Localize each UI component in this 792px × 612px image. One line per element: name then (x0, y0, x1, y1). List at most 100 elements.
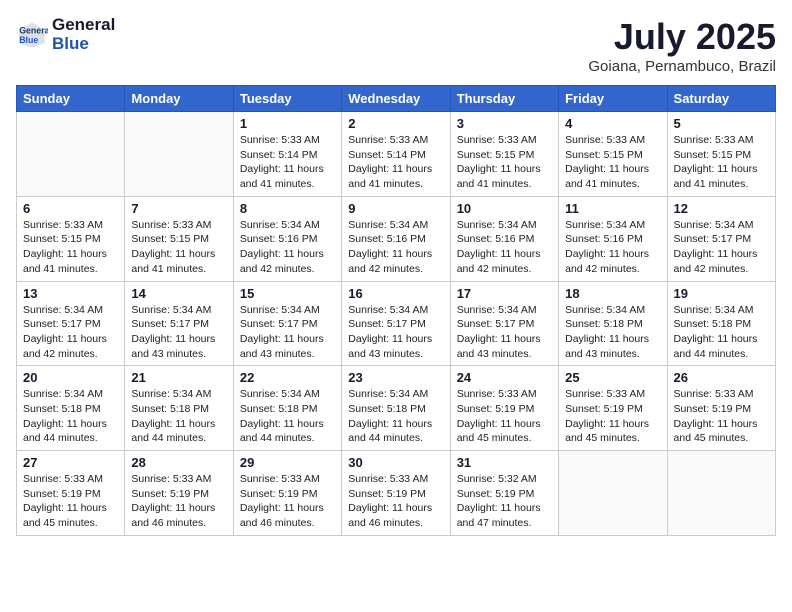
day-number: 30 (348, 455, 443, 470)
calendar-week-row: 6 Sunrise: 5:33 AM Sunset: 5:15 PM Daylig… (17, 196, 776, 281)
cell-info: Sunrise: 5:34 AM Sunset: 5:17 PM Dayligh… (674, 218, 769, 277)
table-row: 18Sunrise: 5:34 AM Sunset: 5:18 PM Dayli… (559, 281, 667, 366)
cell-info: Sunrise: 5:33 AM Sunset: 5:14 PM Dayligh… (240, 133, 335, 192)
day-number: 25 (565, 370, 660, 385)
cell-info: Sunrise: 5:34 AM Sunset: 5:17 PM Dayligh… (348, 303, 443, 362)
cell-info: Sunrise: 5:33 AM Sunset: 5:15 PM Dayligh… (23, 218, 118, 277)
cell-info: Sunrise: 5:34 AM Sunset: 5:17 PM Dayligh… (240, 303, 335, 362)
cell-info: Sunrise: 5:34 AM Sunset: 5:16 PM Dayligh… (565, 218, 660, 277)
day-number: 14 (131, 286, 226, 301)
cell-info: Sunrise: 5:33 AM Sunset: 5:15 PM Dayligh… (457, 133, 552, 192)
table-row: 20Sunrise: 5:34 AM Sunset: 5:18 PM Dayli… (17, 366, 125, 451)
day-number: 9 (348, 201, 443, 216)
cell-info: Sunrise: 5:33 AM Sunset: 5:19 PM Dayligh… (240, 472, 335, 531)
table-row: 1 Sunrise: 5:33 AM Sunset: 5:14 PM Daylig… (233, 112, 341, 197)
col-friday: Friday (559, 86, 667, 112)
logo-icon: General Blue (16, 19, 48, 51)
day-number: 11 (565, 201, 660, 216)
cell-info: Sunrise: 5:33 AM Sunset: 5:19 PM Dayligh… (131, 472, 226, 531)
day-number: 20 (23, 370, 118, 385)
table-row: 13Sunrise: 5:34 AM Sunset: 5:17 PM Dayli… (17, 281, 125, 366)
day-number: 5 (674, 116, 769, 131)
cell-info: Sunrise: 5:33 AM Sunset: 5:15 PM Dayligh… (131, 218, 226, 277)
day-number: 4 (565, 116, 660, 131)
calendar-week-row: 20 Sunrise: 5:34 AM Sunset: 5:18 PM Dayli… (17, 366, 776, 451)
calendar-week-row: 13Sunrise: 5:34 AM Sunset: 5:17 PM Dayli… (17, 281, 776, 366)
table-row: 22Sunrise: 5:34 AM Sunset: 5:18 PM Dayli… (233, 366, 341, 451)
svg-text:Blue: Blue (19, 35, 38, 45)
logo-text: General Blue (52, 16, 115, 53)
table-row: 21Sunrise: 5:34 AM Sunset: 5:18 PM Dayli… (125, 366, 233, 451)
table-row: 28Sunrise: 5:33 AM Sunset: 5:19 PM Dayli… (125, 451, 233, 536)
cell-info: Sunrise: 5:34 AM Sunset: 5:16 PM Dayligh… (240, 218, 335, 277)
day-number: 16 (348, 286, 443, 301)
day-number: 6 (23, 201, 118, 216)
cell-info: Sunrise: 5:33 AM Sunset: 5:15 PM Dayligh… (565, 133, 660, 192)
day-number: 22 (240, 370, 335, 385)
calendar-week-row: 27 Sunrise: 5:33 AM Sunset: 5:19 PM Dayli… (17, 451, 776, 536)
col-sunday: Sunday (17, 86, 125, 112)
day-number: 7 (131, 201, 226, 216)
table-row: 30 Sunrise: 5:33 AM Sunset: 5:19 PM Dayli… (342, 451, 450, 536)
svg-text:General: General (19, 25, 48, 35)
calendar-header-row: Sunday Monday Tuesday Wednesday Thursday… (17, 86, 776, 112)
cell-info: Sunrise: 5:33 AM Sunset: 5:14 PM Dayligh… (348, 133, 443, 192)
table-row (559, 451, 667, 536)
col-saturday: Saturday (667, 86, 775, 112)
cell-info: Sunrise: 5:33 AM Sunset: 5:19 PM Dayligh… (23, 472, 118, 531)
table-row: 29 Sunrise: 5:33 AM Sunset: 5:19 PM Dayli… (233, 451, 341, 536)
table-row: 16 Sunrise: 5:34 AM Sunset: 5:17 PM Dayli… (342, 281, 450, 366)
table-row: 23Sunrise: 5:34 AM Sunset: 5:18 PM Dayli… (342, 366, 450, 451)
cell-info: Sunrise: 5:33 AM Sunset: 5:19 PM Dayligh… (457, 387, 552, 446)
cell-info: Sunrise: 5:34 AM Sunset: 5:18 PM Dayligh… (131, 387, 226, 446)
table-row (125, 112, 233, 197)
day-number: 23 (348, 370, 443, 385)
cell-info: Sunrise: 5:34 AM Sunset: 5:16 PM Dayligh… (348, 218, 443, 277)
cell-info: Sunrise: 5:34 AM Sunset: 5:18 PM Dayligh… (674, 303, 769, 362)
day-number: 19 (674, 286, 769, 301)
table-row: 26Sunrise: 5:33 AM Sunset: 5:19 PM Dayli… (667, 366, 775, 451)
table-row: 9 Sunrise: 5:34 AM Sunset: 5:16 PM Daylig… (342, 196, 450, 281)
cell-info: Sunrise: 5:34 AM Sunset: 5:16 PM Dayligh… (457, 218, 552, 277)
day-number: 2 (348, 116, 443, 131)
table-row: 24 Sunrise: 5:33 AM Sunset: 5:19 PM Dayli… (450, 366, 558, 451)
table-row (667, 451, 775, 536)
cell-info: Sunrise: 5:34 AM Sunset: 5:17 PM Dayligh… (131, 303, 226, 362)
table-row: 8 Sunrise: 5:34 AM Sunset: 5:16 PM Daylig… (233, 196, 341, 281)
col-monday: Monday (125, 86, 233, 112)
calendar-table: Sunday Monday Tuesday Wednesday Thursday… (16, 85, 776, 536)
table-row: 4 Sunrise: 5:33 AM Sunset: 5:15 PM Daylig… (559, 112, 667, 197)
table-row: 2 Sunrise: 5:33 AM Sunset: 5:14 PM Daylig… (342, 112, 450, 197)
day-number: 8 (240, 201, 335, 216)
table-row: 19 Sunrise: 5:34 AM Sunset: 5:18 PM Dayli… (667, 281, 775, 366)
day-number: 31 (457, 455, 552, 470)
table-row: 15Sunrise: 5:34 AM Sunset: 5:17 PM Dayli… (233, 281, 341, 366)
day-number: 27 (23, 455, 118, 470)
day-number: 1 (240, 116, 335, 131)
day-number: 24 (457, 370, 552, 385)
day-number: 26 (674, 370, 769, 385)
logo-blue: Blue (52, 35, 115, 54)
table-row: 14 Sunrise: 5:34 AM Sunset: 5:17 PM Dayli… (125, 281, 233, 366)
day-number: 3 (457, 116, 552, 131)
cell-info: Sunrise: 5:34 AM Sunset: 5:17 PM Dayligh… (457, 303, 552, 362)
table-row: 3 Sunrise: 5:33 AM Sunset: 5:15 PM Daylig… (450, 112, 558, 197)
cell-info: Sunrise: 5:34 AM Sunset: 5:18 PM Dayligh… (565, 303, 660, 362)
cell-info: Sunrise: 5:33 AM Sunset: 5:19 PM Dayligh… (565, 387, 660, 446)
col-tuesday: Tuesday (233, 86, 341, 112)
table-row: 17Sunrise: 5:34 AM Sunset: 5:17 PM Dayli… (450, 281, 558, 366)
table-row: 5Sunrise: 5:33 AM Sunset: 5:15 PM Daylig… (667, 112, 775, 197)
day-number: 29 (240, 455, 335, 470)
calendar-week-row: 1 Sunrise: 5:33 AM Sunset: 5:14 PM Daylig… (17, 112, 776, 197)
col-thursday: Thursday (450, 86, 558, 112)
title-block: July 2025 Goiana, Pernambuco, Brazil (588, 16, 776, 75)
day-number: 10 (457, 201, 552, 216)
table-row: 27 Sunrise: 5:33 AM Sunset: 5:19 PM Dayli… (17, 451, 125, 536)
table-row: 31Sunrise: 5:32 AM Sunset: 5:19 PM Dayli… (450, 451, 558, 536)
col-wednesday: Wednesday (342, 86, 450, 112)
table-row: 25 Sunrise: 5:33 AM Sunset: 5:19 PM Dayli… (559, 366, 667, 451)
table-row (17, 112, 125, 197)
cell-info: Sunrise: 5:33 AM Sunset: 5:19 PM Dayligh… (348, 472, 443, 531)
table-row: 7 Sunrise: 5:33 AM Sunset: 5:15 PM Daylig… (125, 196, 233, 281)
cell-info: Sunrise: 5:34 AM Sunset: 5:17 PM Dayligh… (23, 303, 118, 362)
